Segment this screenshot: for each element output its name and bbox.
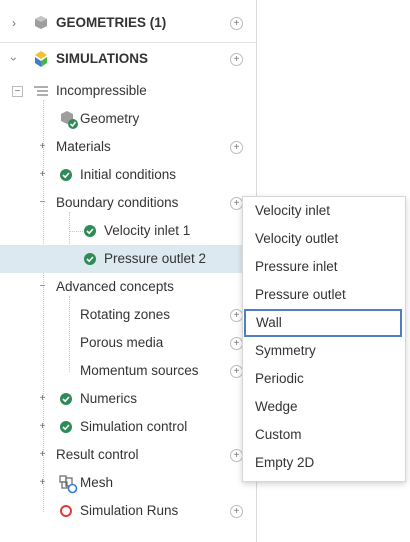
menu-item-pressure-outlet[interactable]: Pressure outlet [244,281,402,309]
add-simulation-button[interactable]: + [230,53,243,66]
section-divider [0,42,256,43]
status-error-icon [60,505,72,517]
expand-toggle[interactable]: + [38,394,47,404]
chevron-right-icon[interactable]: › [12,9,16,37]
add-geometry-button[interactable]: + [230,17,243,30]
menu-item-wedge[interactable]: Wedge [244,393,402,421]
initial-conditions-label: Initial conditions [80,167,177,182]
tree-item-incompressible[interactable]: − Incompressible [0,77,256,105]
tree-item-materials[interactable]: + Materials + [0,133,256,161]
collapse-toggle[interactable]: − [38,282,47,292]
expand-toggle[interactable]: + [38,170,47,180]
geometry-check-icon [61,111,78,129]
tree-item-simulation-runs[interactable]: Simulation Runs + [0,497,256,525]
collapse-toggle[interactable]: − [12,86,23,97]
menu-item-empty-2d[interactable]: Empty 2D [244,449,402,477]
simulations-icon [35,51,47,67]
mesh-icon [59,475,78,494]
mesh-label: Mesh [80,475,114,490]
incompressible-label: Incompressible [56,83,147,98]
tree-item-porous-media[interactable]: Porous media + [0,329,256,357]
menu-item-custom[interactable]: Custom [244,421,402,449]
tree-item-rotating-zones[interactable]: Rotating zones + [0,301,256,329]
momentum-sources-label: Momentum sources [80,363,199,378]
menu-item-wall[interactable]: Wall [244,309,402,337]
tree-item-mesh[interactable]: + Mesh [0,469,256,497]
simulation-lines-icon [34,86,48,96]
expand-toggle[interactable]: + [38,422,47,432]
tree-item-advanced-concepts[interactable]: − Advanced concepts [0,273,256,301]
pressure-outlet-2-label: Pressure outlet 2 [104,251,207,266]
expand-toggle[interactable]: + [38,478,47,488]
expand-toggle[interactable]: + [38,450,47,460]
porous-media-label: Porous media [80,335,164,350]
tree-item-geometries[interactable]: › GEOMETRIES (1) + [0,9,256,37]
check-icon [60,393,72,405]
simulations-label: SIMULATIONS [56,51,148,66]
rotating-zones-label: Rotating zones [80,307,171,322]
simulation-tree-panel: › GEOMETRIES (1) + › SIMULATIONS + − Inc… [0,0,257,542]
add-material-button[interactable]: + [230,141,243,154]
tree-item-velocity-inlet-1[interactable]: Velocity inlet 1 [0,217,256,245]
menu-item-symmetry[interactable]: Symmetry [244,337,402,365]
geometry-label: Geometry [80,111,140,126]
tree-item-initial-conditions[interactable]: + Initial conditions [0,161,256,189]
menu-item-velocity-outlet[interactable]: Velocity outlet [244,225,402,253]
tree-item-result-control[interactable]: + Result control + [0,441,256,469]
check-icon [60,421,72,433]
add-simulation-run-button[interactable]: + [230,505,243,518]
tree-item-boundary-conditions[interactable]: − Boundary conditions + [0,189,256,217]
tree-item-pressure-outlet-2[interactable]: Pressure outlet 2 [0,245,256,273]
collapse-toggle[interactable]: − [38,198,47,208]
geometries-icon [35,16,47,29]
expand-toggle[interactable]: + [38,142,47,152]
tree-item-simulation-control[interactable]: + Simulation control [0,413,256,441]
materials-label: Materials [56,139,111,154]
numerics-label: Numerics [80,391,138,406]
advanced-concepts-label: Advanced concepts [56,279,174,294]
tree-item-numerics[interactable]: + Numerics [0,385,256,413]
boundary-conditions-label: Boundary conditions [56,195,179,210]
chevron-down-icon[interactable]: › [0,57,28,61]
tree-item-simulations[interactable]: › SIMULATIONS + [0,45,256,73]
simulation-runs-label: Simulation Runs [80,503,179,518]
check-icon [84,225,96,237]
geometries-label: GEOMETRIES (1) [56,15,167,30]
result-control-label: Result control [56,447,139,462]
tree-item-geometry[interactable]: Geometry [0,105,256,133]
tree-item-momentum-sources[interactable]: Momentum sources + [0,357,256,385]
check-icon [84,253,96,265]
menu-item-periodic[interactable]: Periodic [244,365,402,393]
simulation-control-label: Simulation control [80,419,188,434]
check-icon [60,169,72,181]
menu-item-velocity-inlet[interactable]: Velocity inlet [244,197,402,225]
boundary-condition-type-menu: Velocity inlet Velocity outlet Pressure … [242,196,406,482]
velocity-inlet-1-label: Velocity inlet 1 [104,223,191,238]
menu-item-pressure-inlet[interactable]: Pressure inlet [244,253,402,281]
